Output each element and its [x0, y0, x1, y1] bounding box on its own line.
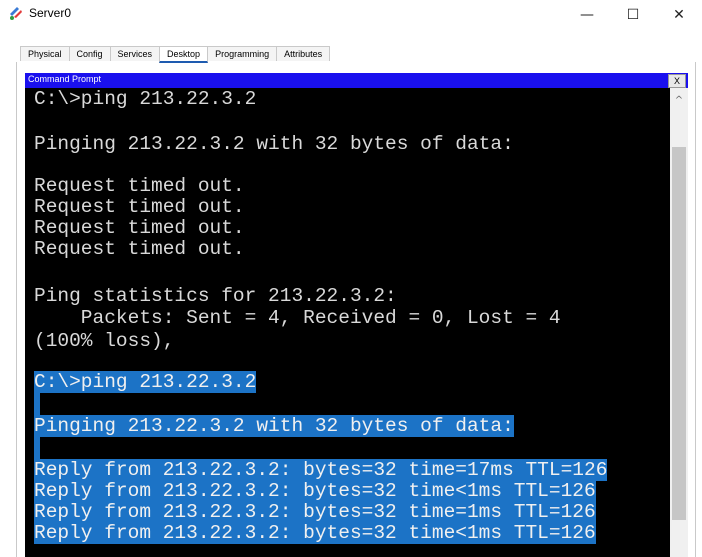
- selected-console-line: Reply from 213.22.3.2: bytes=32 time<1ms…: [34, 522, 596, 544]
- server-app-icon: [10, 7, 22, 20]
- console-line: Request timed out.: [34, 175, 245, 197]
- selected-console-line: C:\>ping 213.22.3.2: [34, 371, 257, 393]
- selected-console-line: Reply from 213.22.3.2: bytes=32 time<1ms…: [34, 480, 596, 502]
- maximize-button[interactable]: ☐: [610, 0, 656, 30]
- command-prompt-title: Command Prompt: [28, 74, 102, 84]
- console-line: Request timed out.: [34, 238, 245, 260]
- console-line: Request timed out.: [34, 217, 245, 239]
- close-button[interactable]: ✕: [656, 0, 702, 30]
- command-prompt-close-button[interactable]: X: [668, 74, 686, 88]
- selected-console-line: Reply from 213.22.3.2: bytes=32 time=17m…: [34, 459, 608, 481]
- console-output[interactable]: C:\>ping 213.22.3.2 Pinging 213.22.3.2 w…: [25, 88, 670, 557]
- selected-console-line: Pinging 213.22.3.2 with 32 bytes of data…: [34, 415, 514, 437]
- tab-config[interactable]: Config: [68, 46, 111, 61]
- window-title: Server0: [29, 6, 72, 20]
- console-line: Packets: Sent = 4, Received = 0, Lost = …: [34, 307, 561, 329]
- selection-highlight: [34, 393, 40, 415]
- tab-physical[interactable]: Physical: [20, 46, 70, 61]
- console-line: Ping statistics for 213.22.3.2:: [34, 285, 397, 307]
- device-tabs: Physical Config Services Desktop Program…: [20, 46, 331, 63]
- tab-attributes[interactable]: Attributes: [276, 46, 331, 61]
- window-titlebar: Server0 — ☐ ✕: [0, 0, 702, 40]
- minimize-button[interactable]: —: [564, 0, 610, 30]
- tab-desktop[interactable]: Desktop: [159, 46, 209, 63]
- console-line: (100% loss),: [34, 330, 175, 352]
- console-line: Request timed out.: [34, 196, 245, 218]
- scrollbar-thumb[interactable]: [672, 147, 686, 520]
- scroll-up-icon[interactable]: ^: [671, 95, 687, 109]
- command-prompt-titlebar: Command Prompt X: [25, 73, 688, 88]
- console-line: C:\>ping 213.22.3.2: [34, 88, 257, 110]
- console-line: Pinging 213.22.3.2 with 32 bytes of data…: [34, 133, 514, 155]
- tab-services[interactable]: Services: [109, 46, 161, 61]
- tab-programming[interactable]: Programming: [207, 46, 278, 61]
- selected-console-line: Reply from 213.22.3.2: bytes=32 time=1ms…: [34, 501, 596, 523]
- selection-highlight: [34, 437, 40, 459]
